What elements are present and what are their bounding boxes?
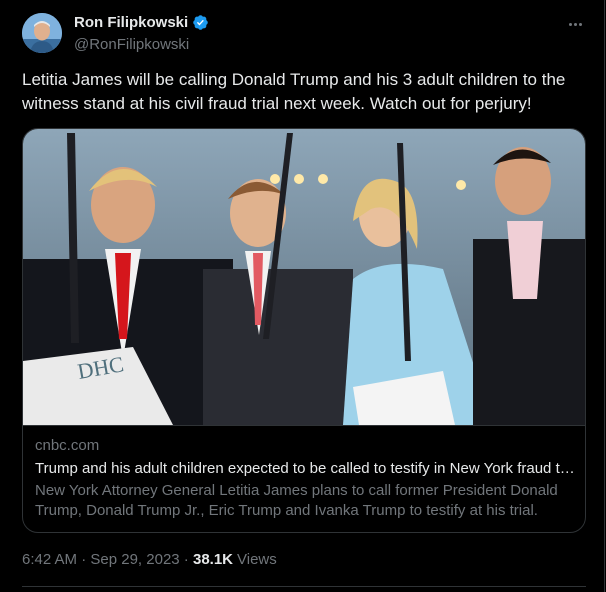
tweet-date[interactable]: Sep 29, 2023 bbox=[90, 551, 179, 568]
views-count: 38.1K bbox=[192, 551, 234, 568]
more-options-icon[interactable] bbox=[564, 14, 586, 34]
meta-separator: · bbox=[77, 551, 91, 568]
card-domain: cnbc.com bbox=[35, 437, 100, 454]
card-meta: cnbc.com Trump and his adult children ex… bbox=[23, 425, 585, 532]
meta-separator-2: · bbox=[179, 551, 193, 568]
views-label: Views bbox=[237, 551, 277, 568]
author-handle[interactable]: @RonFilipkowski bbox=[74, 36, 189, 53]
verified-badge-icon bbox=[193, 15, 208, 30]
author-name[interactable]: Ron Filipkowski bbox=[74, 14, 188, 31]
card-description: New York Attorney General Letitia James … bbox=[35, 482, 558, 519]
tweet-text: Letitia James will be calling Donald Tru… bbox=[22, 70, 566, 113]
divider bbox=[22, 586, 586, 587]
avatar-image bbox=[22, 13, 62, 53]
card-image: DHC bbox=[23, 129, 585, 425]
card-title: Trump and his adult children expected to… bbox=[35, 460, 575, 477]
tweet-time[interactable]: 6:42 AM bbox=[22, 551, 77, 568]
avatar[interactable] bbox=[22, 13, 62, 53]
link-card[interactable]: DHC cnbc.com Trump and his adult childre… bbox=[22, 128, 586, 533]
tweet-meta: 6:42 AM · Sep 29, 2023 · 38.1K Views bbox=[22, 551, 277, 568]
tweet-container: Ron Filipkowski @RonFilipkowski Letitia … bbox=[0, 0, 605, 592]
author-name-row[interactable]: Ron Filipkowski bbox=[74, 14, 209, 31]
